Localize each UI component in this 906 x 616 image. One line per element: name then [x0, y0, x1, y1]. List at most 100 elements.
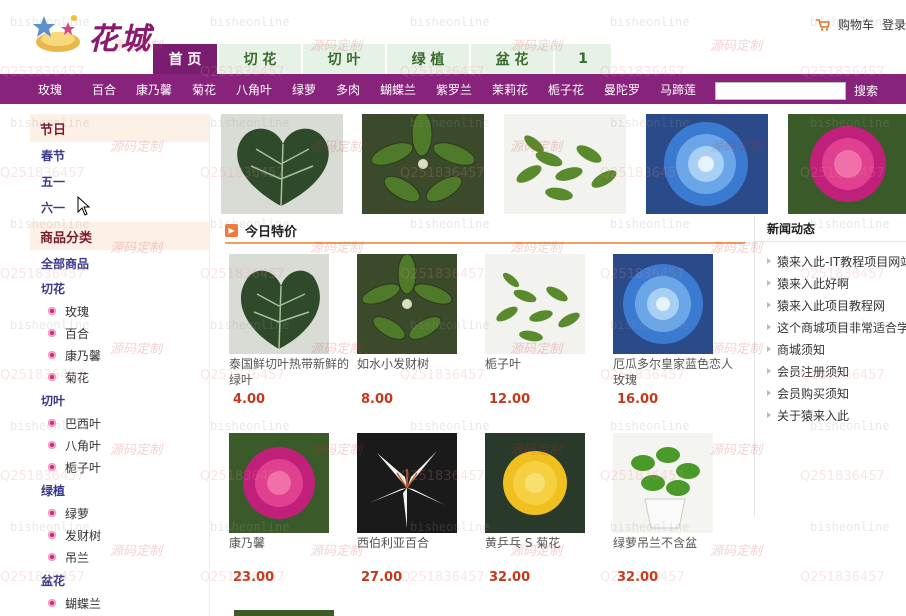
- banner-money-tree-image[interactable]: [362, 114, 484, 214]
- cat-link[interactable]: 栀子花: [548, 81, 604, 98]
- banner-blue-rose-image[interactable]: [646, 114, 768, 214]
- product-card[interactable]: 康乃馨 23.00: [229, 433, 349, 585]
- cat-link[interactable]: 多肉: [336, 81, 380, 98]
- news-item[interactable]: 商城须知: [755, 338, 906, 360]
- sidebar-subitem[interactable]: 蝴蝶兰: [30, 592, 209, 614]
- cat-link[interactable]: 菊花: [192, 81, 236, 98]
- banner-gardenia-leaf-image[interactable]: [504, 114, 626, 214]
- sidebar-subitem[interactable]: 康乃馨: [30, 344, 209, 366]
- product-image[interactable]: [485, 254, 585, 354]
- nav-tab-extra[interactable]: 1: [555, 44, 613, 74]
- sidebar-subitem-label: 八角叶: [65, 438, 102, 453]
- product-card[interactable]: 如水小发财树 8.00: [357, 254, 477, 407]
- cat-link[interactable]: 曼陀罗: [604, 81, 660, 98]
- sidebar-group-cut-leaf[interactable]: 切叶: [30, 388, 209, 412]
- sidebar-group-potted[interactable]: 盆花: [30, 568, 209, 592]
- sidebar-subitem[interactable]: 吊兰: [30, 546, 209, 568]
- news-item[interactable]: 会员注册须知: [755, 360, 906, 382]
- news-item[interactable]: 会员购买须知: [755, 382, 906, 404]
- product-image-partial[interactable]: [234, 610, 334, 616]
- cat-link[interactable]: 八角叶: [236, 81, 292, 98]
- cat-link[interactable]: 康乃馨: [136, 81, 192, 98]
- product-price: 4.00: [233, 392, 266, 407]
- sidebar-subitem[interactable]: 栀子叶: [30, 456, 209, 478]
- product-name[interactable]: 绿萝吊兰不含盆: [613, 535, 733, 551]
- product-card[interactable]: 黄乒乓 S 菊花 32.00: [485, 433, 605, 585]
- product-card[interactable]: 西伯利亚百合 27.00: [357, 433, 477, 585]
- site-logo[interactable]: 花城: [30, 12, 160, 57]
- triangle-bullet-icon: [767, 302, 771, 308]
- product-name[interactable]: 厄瓜多尔皇家蓝色恋人玫瑰: [613, 356, 733, 388]
- product-card[interactable]: 绿萝吊兰不含盆 32.00: [613, 433, 733, 585]
- product-name[interactable]: 泰国鲜切叶热带新鲜的绿叶: [229, 356, 349, 388]
- product-image[interactable]: [229, 254, 329, 354]
- news-item[interactable]: 猿来入此-IT教程项目网站: [755, 250, 906, 272]
- product-image[interactable]: [357, 433, 457, 533]
- product-card[interactable]: 泰国鲜切叶热带新鲜的绿叶 4.00: [229, 254, 349, 407]
- product-name[interactable]: 黄乒乓 S 菊花: [485, 535, 605, 551]
- product-card[interactable]: 栀子叶 12.00: [485, 254, 605, 407]
- news-item[interactable]: 这个商城项目非常适合学习: [755, 316, 906, 338]
- special-offers-header: ▶ 今日特价: [225, 218, 745, 244]
- product-image[interactable]: [613, 433, 713, 533]
- sidebar-subitem[interactable]: 八角叶: [30, 434, 209, 456]
- product-image[interactable]: [613, 254, 713, 354]
- sidebar-subitem[interactable]: 绿萝: [30, 502, 209, 524]
- nav-tab-green-plant[interactable]: 绿 植: [387, 44, 471, 74]
- sidebar-subitem-label: 百合: [65, 326, 90, 341]
- festival-link[interactable]: 春节: [30, 142, 209, 168]
- triangle-bullet-icon: [767, 324, 771, 330]
- news-title: 新闻动态: [755, 216, 906, 242]
- search-button[interactable]: 搜索: [854, 82, 878, 99]
- news-item-label: 猿来入此项目教程网: [777, 298, 886, 313]
- banner-leaf-image[interactable]: [221, 114, 343, 214]
- sidebar-group-cut-flower[interactable]: 切花: [30, 276, 209, 300]
- sidebar-subitem-label: 康乃馨: [65, 348, 102, 363]
- banner-peony-image[interactable]: [788, 114, 906, 214]
- product-price: 12.00: [489, 392, 531, 407]
- news-item[interactable]: 关于猿来入此: [755, 404, 906, 426]
- search-input[interactable]: [715, 82, 846, 100]
- news-item[interactable]: 猿来入此项目教程网: [755, 294, 906, 316]
- sidebar-subitem[interactable]: 菊花: [30, 366, 209, 388]
- bullet-icon: [48, 419, 56, 427]
- sidebar-group-green-plant[interactable]: 绿植: [30, 478, 209, 502]
- nav-tab-cut-leaf[interactable]: 切 叶: [303, 44, 387, 74]
- product-name[interactable]: 康乃馨: [229, 535, 349, 551]
- cat-link[interactable]: 百合: [92, 81, 136, 98]
- cat-link[interactable]: 茉莉花: [492, 81, 548, 98]
- nav-tab-home[interactable]: 首 页: [153, 44, 219, 74]
- product-name[interactable]: 西伯利亚百合: [357, 535, 477, 551]
- cat-link[interactable]: 马蹄莲: [660, 81, 716, 98]
- product-image[interactable]: [485, 433, 585, 533]
- cat-link[interactable]: 绿萝: [292, 81, 336, 98]
- product-name[interactable]: 栀子叶: [485, 356, 605, 372]
- product-price: 27.00: [361, 570, 403, 585]
- cat-link[interactable]: 蝴蝶兰: [380, 81, 436, 98]
- product-image[interactable]: [357, 254, 457, 354]
- cat-link[interactable]: 玫瑰: [38, 81, 92, 98]
- sidebar-subitem[interactable]: 巴西叶: [30, 412, 209, 434]
- bullet-icon: [48, 307, 56, 315]
- nav-tab-cut-flower[interactable]: 切 花: [219, 44, 303, 74]
- festival-link[interactable]: 六一: [30, 194, 209, 220]
- nav-tab-potted[interactable]: 盆 花: [471, 44, 555, 74]
- all-products-link[interactable]: 全部商品: [30, 250, 209, 276]
- product-card[interactable]: 厄瓜多尔皇家蓝色恋人玫瑰 16.00: [613, 254, 733, 407]
- sidebar-subitem[interactable]: 玫瑰: [30, 300, 209, 322]
- cat-link[interactable]: 紫罗兰: [436, 81, 492, 98]
- login-link[interactable]: 登录: [882, 16, 906, 33]
- product-price: 32.00: [489, 570, 531, 585]
- cart-link[interactable]: 购物车: [838, 16, 874, 33]
- bullet-icon: [48, 599, 56, 607]
- bullet-icon: [48, 509, 56, 517]
- product-image[interactable]: [229, 433, 329, 533]
- news-panel: 新闻动态 猿来入此-IT教程项目网站 猿来入此好啊 猿来入此项目教程网 这个商城…: [754, 216, 906, 516]
- mouse-cursor-icon: [77, 196, 91, 216]
- cart-icon: [815, 18, 830, 31]
- sidebar-subitem[interactable]: 百合: [30, 322, 209, 344]
- festival-link[interactable]: 五一: [30, 168, 209, 194]
- news-item[interactable]: 猿来入此好啊: [755, 272, 906, 294]
- product-name[interactable]: 如水小发财树: [357, 356, 477, 372]
- sidebar-subitem[interactable]: 发财树: [30, 524, 209, 546]
